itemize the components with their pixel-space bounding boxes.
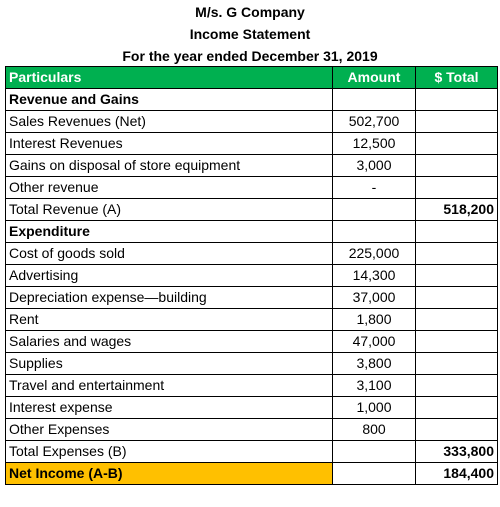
table-header-row: Particulars Amount $ Total	[5, 66, 498, 89]
row-total	[415, 308, 498, 331]
row-amount: 37,000	[332, 286, 416, 309]
row-amount: 3,100	[332, 374, 416, 397]
row-amount: 47,000	[332, 330, 416, 353]
row-total: 518,200	[415, 198, 498, 221]
table-row: Travel and entertainment 3,100	[5, 374, 498, 397]
table-body: Revenue and Gains Sales Revenues (Net) 502…	[5, 88, 498, 485]
row-label: Revenue and Gains	[5, 88, 333, 111]
income-statement-table: Particulars Amount $ Total Revenue and G…	[5, 66, 498, 485]
row-amount: 225,000	[332, 242, 416, 265]
row-label: Salaries and wages	[5, 330, 333, 353]
section-header-row: Revenue and Gains	[5, 88, 498, 111]
row-label: Rent	[5, 308, 333, 331]
table-row: Supplies 3,800	[5, 352, 498, 375]
row-total	[415, 352, 498, 375]
row-amount	[332, 220, 416, 243]
row-amount: -	[332, 176, 416, 199]
row-label: Total Expenses (B)	[5, 440, 333, 463]
table-row: Gains on disposal of store equipment 3,00…	[5, 154, 498, 177]
row-label: Interest Revenues	[5, 132, 333, 155]
row-total	[415, 396, 498, 419]
table-row: Depreciation expense—building 37,000	[5, 286, 498, 309]
net-income-row: Net Income (A-B) 184,400	[5, 462, 498, 485]
row-label: Total Revenue (A)	[5, 198, 333, 221]
column-header-particulars: Particulars	[5, 66, 333, 89]
row-label: Supplies	[5, 352, 333, 375]
row-label: Other Expenses	[5, 418, 333, 441]
table-row: Cost of goods sold 225,000	[5, 242, 498, 265]
row-total	[415, 286, 498, 309]
section-header-row: Expenditure	[5, 220, 498, 243]
subtotal-row: Total Expenses (B) 333,800	[5, 440, 498, 463]
statement-title: Income Statement	[189, 26, 311, 42]
row-total	[415, 176, 498, 199]
row-total	[415, 132, 498, 155]
row-total	[415, 88, 498, 111]
company-name: M/s. G Company	[195, 4, 305, 20]
row-amount	[332, 462, 416, 485]
row-total	[415, 374, 498, 397]
row-amount: 3,000	[332, 154, 416, 177]
column-header-total: $ Total	[415, 66, 498, 89]
row-amount	[332, 440, 416, 463]
table-row: Other Expenses 800	[5, 418, 498, 441]
row-label: Expenditure	[5, 220, 333, 243]
row-total: 333,800	[415, 440, 498, 463]
row-total	[415, 220, 498, 243]
row-total	[415, 154, 498, 177]
row-amount: 12,500	[332, 132, 416, 155]
row-amount	[332, 88, 416, 111]
table-row: Other revenue -	[5, 176, 498, 199]
row-label: Depreciation expense—building	[5, 286, 333, 309]
row-total	[415, 242, 498, 265]
row-label: Net Income (A-B)	[5, 462, 333, 485]
row-label: Gains on disposal of store equipment	[5, 154, 333, 177]
row-amount: 14,300	[332, 264, 416, 287]
column-header-amount: Amount	[332, 66, 416, 89]
row-label: Other revenue	[5, 176, 333, 199]
table-row: Rent 1,800	[5, 308, 498, 331]
table-row: Sales Revenues (Net) 502,700	[5, 110, 498, 133]
row-amount: 1,800	[332, 308, 416, 331]
row-total	[415, 110, 498, 133]
table-row: Salaries and wages 47,000	[5, 330, 498, 353]
row-total	[415, 330, 498, 353]
row-amount	[332, 198, 416, 221]
row-label: Travel and entertainment	[5, 374, 333, 397]
table-row: Advertising 14,300	[5, 264, 498, 287]
row-amount: 800	[332, 418, 416, 441]
table-row: Interest expense 1,000	[5, 396, 498, 419]
statement-period: For the year ended December 31, 2019	[122, 48, 378, 64]
row-label: Interest expense	[5, 396, 333, 419]
row-label: Advertising	[5, 264, 333, 287]
row-total: 184,400	[415, 462, 498, 485]
subtotal-row: Total Revenue (A) 518,200	[5, 198, 498, 221]
row-label: Sales Revenues (Net)	[5, 110, 333, 133]
row-amount: 502,700	[332, 110, 416, 133]
row-amount: 1,000	[332, 396, 416, 419]
row-total	[415, 418, 498, 441]
table-row: Interest Revenues 12,500	[5, 132, 498, 155]
statement-header: M/s. G Company Income Statement For the …	[0, 0, 500, 67]
row-label: Cost of goods sold	[5, 242, 333, 265]
row-amount: 3,800	[332, 352, 416, 375]
row-total	[415, 264, 498, 287]
